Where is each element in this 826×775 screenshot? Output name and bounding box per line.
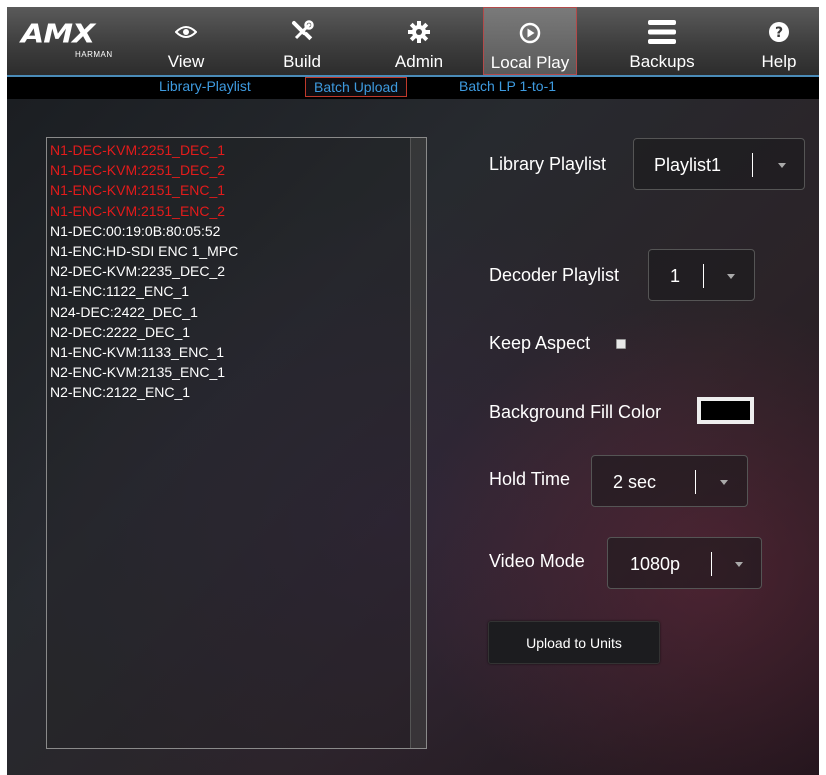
- nav-view[interactable]: View: [149, 7, 223, 75]
- library-playlist-value: Playlist1: [654, 155, 722, 175]
- unit-list-item[interactable]: N1-ENC-KVM:2151_ENC_1: [50, 180, 426, 200]
- unit-list-item[interactable]: N2-ENC-KVM:2135_ENC_1: [50, 362, 426, 382]
- nav-view-label: View: [167, 52, 205, 71]
- nav-local-play[interactable]: Local Play: [483, 7, 577, 75]
- batch-upload-panel: N1-DEC-KVM:2251_DEC_1 N1-DEC-KVM:2251_DEC…: [7, 99, 819, 775]
- svg-text:?: ?: [775, 25, 783, 41]
- sub-nav: Library-Playlist Batch Upload Batch LP 1…: [7, 77, 819, 99]
- play-circle-icon: [484, 20, 576, 46]
- hold-time-label: Hold Time: [489, 469, 571, 489]
- top-nav: AMX HARMAN View Build Admin Local Play B…: [7, 7, 819, 77]
- background-fill-color-swatch[interactable]: [697, 397, 754, 424]
- unit-list-item[interactable]: N1-ENC:1122_ENC_1: [50, 281, 426, 301]
- amx-logo: AMX HARMAN: [7, 7, 129, 75]
- background-fill-label: Background Fill Color: [489, 402, 662, 422]
- library-playlist-label: Library Playlist: [489, 154, 607, 174]
- unit-list-scrollbar[interactable]: [410, 138, 426, 748]
- upload-to-units-button[interactable]: Upload to Units: [488, 621, 660, 664]
- tab-batch-upload[interactable]: Batch Upload: [305, 77, 408, 97]
- logo-brand: AMX: [21, 19, 95, 50]
- nav-admin[interactable]: Admin: [381, 7, 457, 75]
- nav-build[interactable]: Build: [263, 7, 341, 75]
- hold-time-value: 2 sec: [613, 472, 657, 492]
- select-divider: [752, 153, 753, 177]
- unit-list-item[interactable]: N2-DEC-KVM:2235_DEC_2: [50, 261, 426, 281]
- select-divider: [711, 552, 712, 576]
- nav-backups-label: Backups: [629, 52, 695, 71]
- video-mode-value: 1080p: [630, 554, 681, 574]
- chevron-down-icon: [727, 274, 735, 279]
- unit-list-item[interactable]: N2-ENC:2122_ENC_1: [50, 382, 426, 402]
- library-playlist-select[interactable]: Playlist1: [633, 138, 805, 190]
- logo-subtext: HARMAN: [75, 50, 113, 59]
- menu-lines-icon: [615, 19, 709, 45]
- help-icon: ?: [751, 19, 807, 45]
- nav-backups[interactable]: Backups: [615, 7, 709, 75]
- unit-list-item[interactable]: N1-DEC-KVM:2251_DEC_1: [50, 140, 426, 160]
- nav-help-label: Help: [761, 52, 797, 71]
- select-divider: [703, 264, 704, 288]
- unit-list-item[interactable]: N2-DEC:2222_DEC_1: [50, 322, 426, 342]
- unit-list-item[interactable]: N1-ENC:HD-SDI ENC 1_MPC: [50, 241, 426, 261]
- decoder-playlist-label: Decoder Playlist: [489, 265, 620, 285]
- tools-icon: [263, 19, 341, 45]
- gear-icon: [381, 19, 457, 45]
- unit-list-item[interactable]: N1-ENC-KVM:1133_ENC_1: [50, 342, 426, 362]
- unit-list-item[interactable]: N1-DEC:00:19:0B:80:05:52: [50, 221, 426, 241]
- select-divider: [695, 470, 696, 494]
- eye-icon: [149, 19, 223, 45]
- nav-admin-label: Admin: [394, 52, 444, 71]
- hold-time-select[interactable]: 2 sec: [591, 455, 748, 507]
- tab-batch-lp-1-to-1[interactable]: Batch LP 1-to-1: [451, 77, 564, 97]
- video-mode-label: Video Mode: [489, 551, 585, 571]
- chevron-down-icon: [720, 480, 728, 485]
- nav-local-play-label: Local Play: [490, 53, 570, 72]
- tab-library-playlist[interactable]: Library-Playlist: [151, 77, 259, 97]
- nav-build-label: Build: [283, 52, 321, 71]
- unit-list[interactable]: N1-DEC-KVM:2251_DEC_1 N1-DEC-KVM:2251_DEC…: [46, 137, 427, 749]
- decoder-playlist-value: 1: [670, 266, 681, 286]
- keep-aspect-label: Keep Aspect: [489, 333, 591, 353]
- chevron-down-icon: [735, 562, 743, 567]
- chevron-down-icon: [778, 163, 786, 168]
- unit-list-item[interactable]: N24-DEC:2422_DEC_1: [50, 302, 426, 322]
- nav-help[interactable]: ? Help: [751, 7, 807, 75]
- video-mode-select[interactable]: 1080p: [607, 537, 762, 589]
- unit-list-items: N1-DEC-KVM:2251_DEC_1 N1-DEC-KVM:2251_DEC…: [47, 138, 426, 403]
- keep-aspect-checkbox[interactable]: [616, 339, 626, 349]
- unit-list-item[interactable]: N1-DEC-KVM:2251_DEC_2: [50, 160, 426, 180]
- unit-list-item[interactable]: N1-ENC-KVM:2151_ENC_2: [50, 201, 426, 221]
- app-frame: AMX HARMAN View Build Admin Local Play B…: [7, 7, 819, 775]
- decoder-playlist-select[interactable]: 1: [648, 249, 755, 301]
